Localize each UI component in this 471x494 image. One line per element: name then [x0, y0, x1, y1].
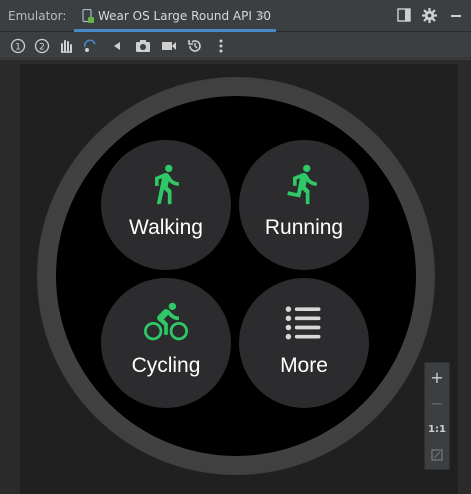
tile-more[interactable]: More	[239, 278, 369, 408]
tool-window-header: Emulator: Wear OS Large Round API 30 ×	[0, 0, 471, 32]
walking-icon	[155, 164, 179, 205]
zoom-in-button[interactable]: +	[425, 365, 449, 389]
tile-walking[interactable]: Walking	[101, 140, 231, 270]
zoom-fit-button[interactable]	[425, 443, 449, 467]
rotate-icon[interactable]	[81, 37, 99, 55]
device-icon	[82, 9, 94, 23]
running-icon	[287, 164, 317, 205]
gesture-icon[interactable]	[57, 37, 75, 55]
gear-icon[interactable]	[422, 8, 437, 23]
back-icon[interactable]	[108, 37, 126, 55]
tab-title: Wear OS Large Round API 30	[98, 9, 271, 23]
svg-text:1: 1	[15, 43, 21, 53]
watch-screen[interactable]: Walking Running Cycling More	[56, 96, 416, 456]
camera-icon[interactable]	[134, 37, 152, 55]
zoom-controls: + − 1:1	[424, 362, 450, 470]
snapshot-icon[interactable]	[186, 37, 204, 55]
list-icon	[285, 306, 321, 340]
svg-text:2: 2	[39, 43, 45, 53]
record-icon[interactable]	[160, 37, 178, 55]
zoom-out-button[interactable]: −	[425, 391, 449, 415]
minimize-icon[interactable]	[449, 8, 463, 22]
panel-label: Emulator:	[8, 9, 67, 23]
power-1-icon[interactable]: 1	[9, 37, 27, 55]
tile-label: Cycling	[131, 354, 201, 377]
tile-label: Running	[264, 216, 344, 239]
fit-screen-icon	[431, 449, 443, 461]
tile-label: Walking	[129, 216, 203, 239]
tile-running[interactable]: Running	[239, 140, 369, 270]
more-icon[interactable]	[212, 37, 230, 55]
window-layout-icon[interactable]	[397, 8, 411, 22]
tile-cycling[interactable]: Cycling	[101, 278, 231, 408]
tile-label: More	[280, 354, 328, 377]
cycling-icon	[144, 302, 188, 341]
zoom-actual-size-button[interactable]: 1:1	[425, 417, 449, 441]
close-tab-icon[interactable]: ×	[256, 8, 267, 23]
power-2-icon[interactable]: 2	[33, 37, 51, 55]
tab-emulator-device[interactable]: Wear OS Large Round API 30 ×	[74, 0, 276, 32]
emulator-toolbar: 1 2	[0, 33, 471, 59]
active-tab-indicator	[74, 29, 276, 32]
